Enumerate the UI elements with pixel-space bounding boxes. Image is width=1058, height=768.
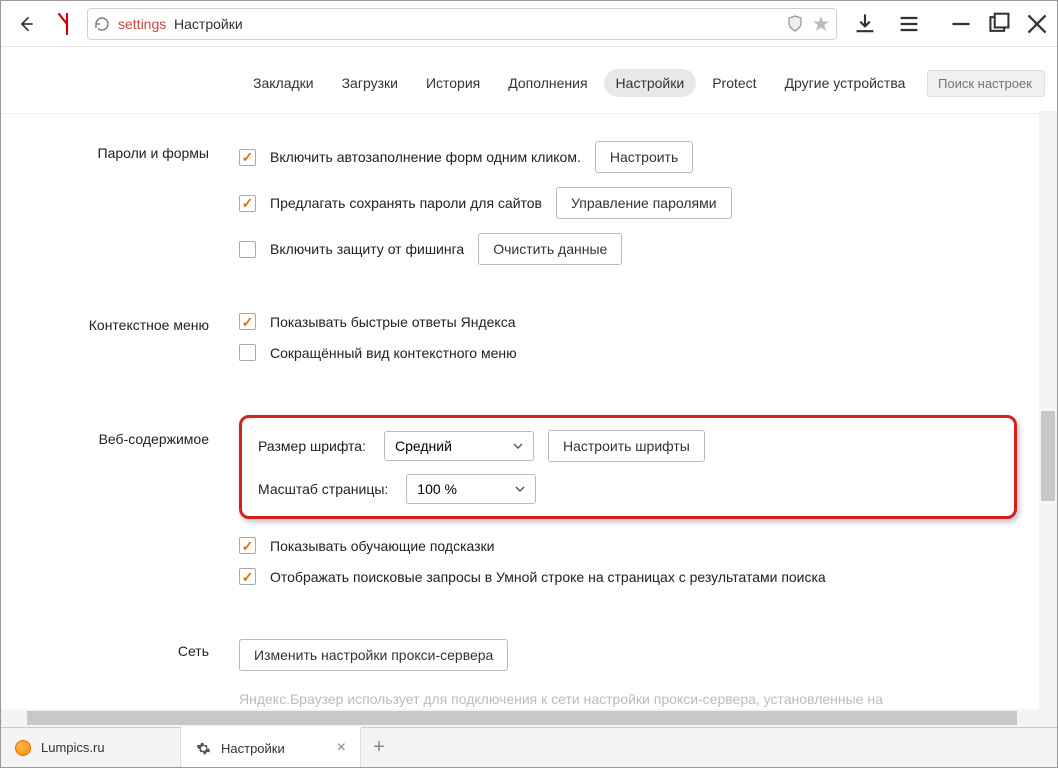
checkbox-autofill[interactable] <box>239 149 256 166</box>
tab-settings[interactable]: Настройки × <box>181 727 361 767</box>
settings-nav: Закладки Загрузки История Дополнения Нас… <box>1 47 1057 114</box>
button-configure-fonts[interactable]: Настроить шрифты <box>548 430 705 462</box>
checkbox-short-menu[interactable] <box>239 344 256 361</box>
nav-history[interactable]: История <box>414 69 492 97</box>
nav-settings[interactable]: Настройки <box>604 69 697 97</box>
checkbox-hints[interactable] <box>239 537 256 554</box>
browser-toolbar: settings Настройки <box>1 1 1057 47</box>
back-button[interactable] <box>9 7 43 41</box>
label-autofill: Включить автозаполнение форм одним клико… <box>270 149 581 165</box>
label-quick-answers: Показывать быстрые ответы Яндекса <box>270 314 516 330</box>
tab-close-icon[interactable]: × <box>337 739 346 757</box>
nav-bookmarks[interactable]: Закладки <box>241 69 326 97</box>
reload-icon[interactable] <box>94 16 110 32</box>
checkbox-smart-line[interactable] <box>239 568 256 585</box>
address-text: settings Настройки <box>118 16 243 32</box>
button-manage-passwords[interactable]: Управление паролями <box>556 187 732 219</box>
settings-nav-items: Закладки Загрузки История Дополнения Нас… <box>241 69 917 97</box>
label-hints: Показывать обучающие подсказки <box>270 538 495 554</box>
section-title-context: Контекстное меню <box>1 313 239 361</box>
label-smart-line: Отображать поисковые запросы в Умной стр… <box>270 569 826 585</box>
label-page-zoom: Масштаб страницы: <box>258 481 388 497</box>
menu-icon[interactable] <box>897 12 921 36</box>
checkbox-quick-answers[interactable] <box>239 313 256 330</box>
section-title-web: Веб-содержимое <box>1 415 239 585</box>
chevron-down-icon <box>513 443 523 449</box>
nav-protect[interactable]: Protect <box>700 69 768 97</box>
section-network: Сеть Изменить настройки прокси-сервера Я… <box>1 599 1057 709</box>
close-window-button[interactable] <box>1025 12 1049 36</box>
checkbox-phishing[interactable] <box>239 241 256 258</box>
tab-label: Lumpics.ru <box>41 740 105 755</box>
downloads-icon[interactable] <box>853 12 877 36</box>
protect-shield-icon[interactable] <box>786 15 804 33</box>
vertical-scrollbar-track[interactable] <box>1039 111 1057 709</box>
checkbox-save-passwords[interactable] <box>239 195 256 212</box>
nav-other-devices[interactable]: Другие устройства <box>773 69 918 97</box>
select-page-zoom-value: 100 % <box>417 481 457 497</box>
nav-addons[interactable]: Дополнения <box>496 69 599 97</box>
section-web-content: Веб-содержимое Размер шрифта: Средний На… <box>1 375 1057 599</box>
label-short-menu: Сокращённый вид контекстного меню <box>270 345 517 361</box>
toolbar-right-icons <box>845 12 929 36</box>
chevron-down-icon <box>515 486 525 492</box>
settings-content: Пароли и формы Включить автозаполнение ф… <box>1 111 1057 709</box>
minimize-button[interactable] <box>949 12 973 36</box>
button-clear-data[interactable]: Очистить данные <box>478 233 622 265</box>
settings-search-input[interactable] <box>927 70 1045 97</box>
yandex-logo-icon[interactable] <box>51 12 79 36</box>
horizontal-scrollbar-thumb[interactable] <box>27 711 1017 725</box>
section-title-network: Сеть <box>1 639 239 707</box>
tab-lumpics[interactable]: Lumpics.ru <box>1 728 181 767</box>
highlighted-settings-box: Размер шрифта: Средний Настроить шрифты … <box>239 415 1017 519</box>
new-tab-button[interactable]: + <box>361 728 397 767</box>
tab-strip: Lumpics.ru Настройки × + <box>1 727 1057 767</box>
window-controls <box>937 12 1049 36</box>
gear-icon <box>195 740 211 756</box>
bookmark-star-icon[interactable] <box>812 15 830 33</box>
button-autofill-configure[interactable]: Настроить <box>595 141 693 173</box>
vertical-scrollbar-thumb[interactable] <box>1041 411 1055 501</box>
section-passwords: Пароли и формы Включить автозаполнение ф… <box>1 111 1057 279</box>
maximize-button[interactable] <box>987 12 1011 36</box>
address-bar[interactable]: settings Настройки <box>87 8 837 40</box>
label-font-size: Размер шрифта: <box>258 438 366 454</box>
lumpics-favicon-icon <box>15 740 31 756</box>
select-font-size-value: Средний <box>395 438 452 454</box>
button-proxy-settings[interactable]: Изменить настройки прокси-сервера <box>239 639 508 671</box>
select-page-zoom[interactable]: 100 % <box>406 474 536 504</box>
network-note-text: Яндекс.Браузер использует для подключени… <box>239 685 1017 707</box>
select-font-size[interactable]: Средний <box>384 431 534 461</box>
tab-label: Настройки <box>221 741 285 756</box>
label-save-passwords: Предлагать сохранять пароли для сайтов <box>270 195 542 211</box>
section-context-menu: Контекстное меню Показывать быстрые отве… <box>1 279 1057 375</box>
nav-downloads[interactable]: Загрузки <box>330 69 410 97</box>
section-title-passwords: Пароли и формы <box>1 141 239 265</box>
label-phishing: Включить защиту от фишинга <box>270 241 464 257</box>
